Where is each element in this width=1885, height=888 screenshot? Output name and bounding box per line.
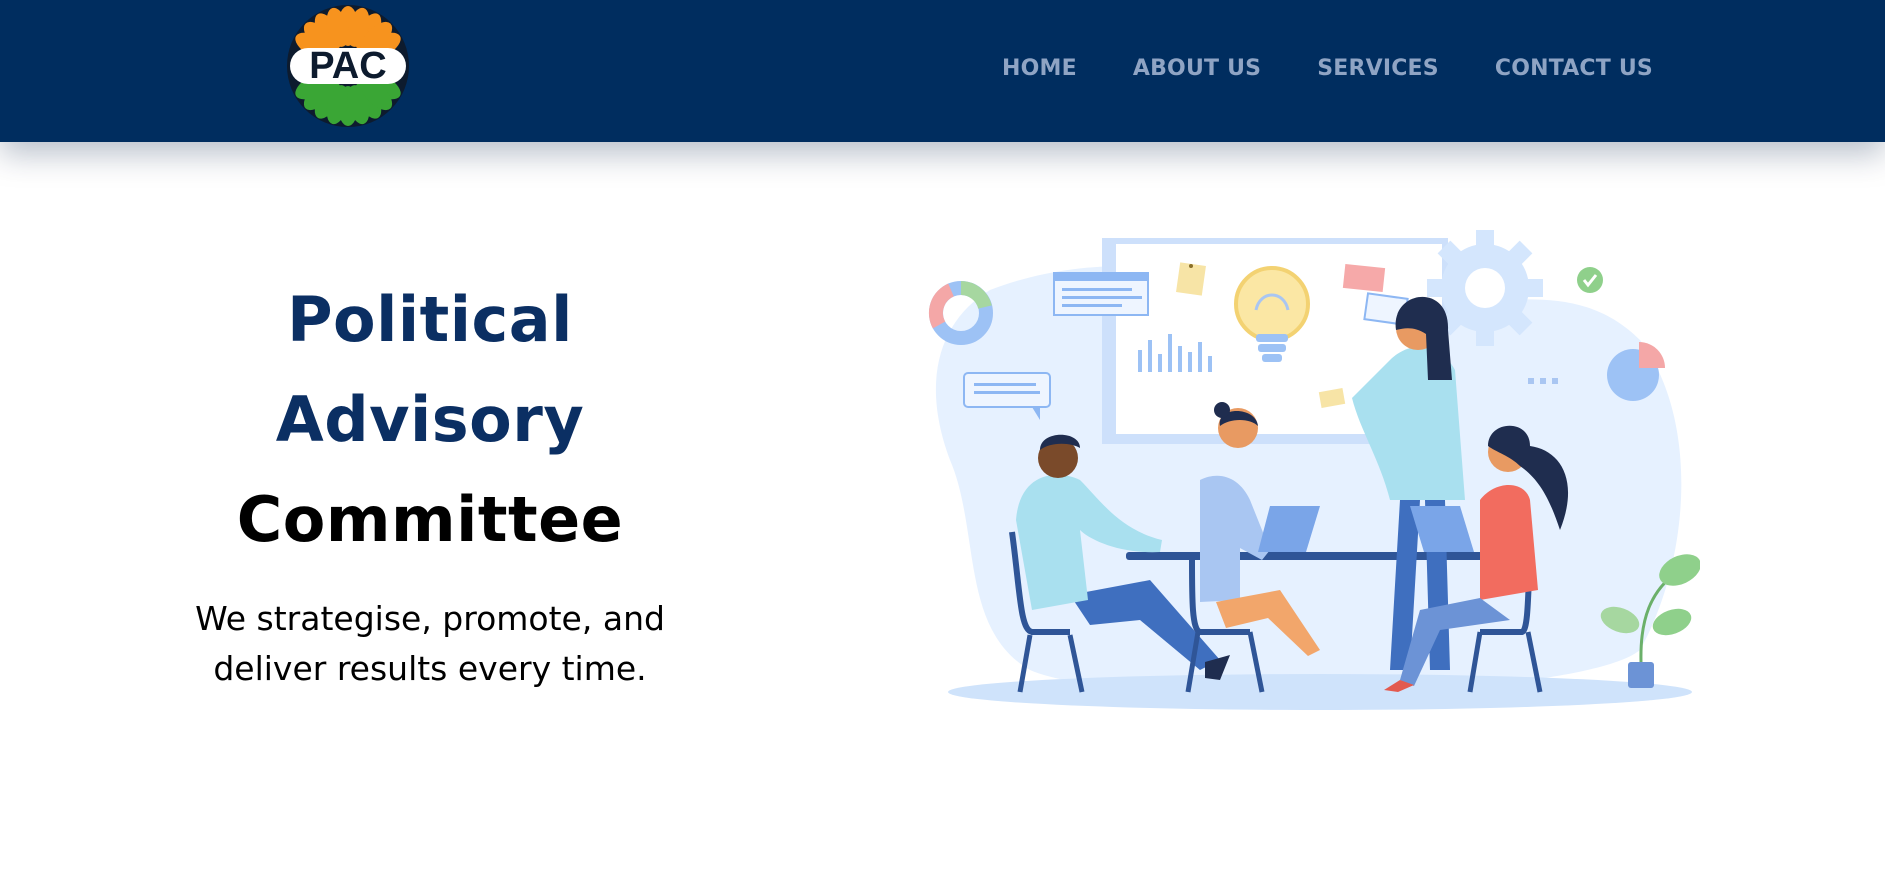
hero-title: Political Advisory Committee xyxy=(150,270,710,570)
floor-shadow xyxy=(948,674,1692,710)
nav-about-us[interactable]: ABOUT US xyxy=(1133,56,1261,81)
dots-icon xyxy=(1528,378,1558,384)
meeting-table xyxy=(1126,552,1508,560)
hero-title-line-1: Political xyxy=(287,283,573,356)
site-header: PAC HOME ABOUT US SERVICES CONTACT US xyxy=(0,0,1885,142)
team-meeting-illustration xyxy=(928,230,1700,710)
pac-logo[interactable]: PAC xyxy=(286,4,410,128)
sticky-note-icon xyxy=(1176,262,1206,296)
nav-home[interactable]: HOME xyxy=(1002,56,1077,81)
hero-section: Political Advisory Committee We strategi… xyxy=(150,270,710,694)
hero-title-line-2: Advisory xyxy=(275,383,585,456)
logo-text: PAC xyxy=(309,45,386,87)
hero-subtitle-line-2: deliver results every time. xyxy=(213,649,647,688)
main-nav: HOME ABOUT US SERVICES CONTACT US xyxy=(1002,56,1653,81)
hero-title-line-3: Committee xyxy=(236,483,624,556)
browser-window-icon xyxy=(1053,272,1149,316)
nav-services[interactable]: SERVICES xyxy=(1317,56,1439,81)
hero-subtitle-line-1: We strategise, promote, and xyxy=(195,599,665,638)
checkmark-icon xyxy=(1577,267,1603,293)
hero-subtitle: We strategise, promote, and deliver resu… xyxy=(150,594,710,694)
nav-contact-us[interactable]: CONTACT US xyxy=(1495,56,1653,81)
